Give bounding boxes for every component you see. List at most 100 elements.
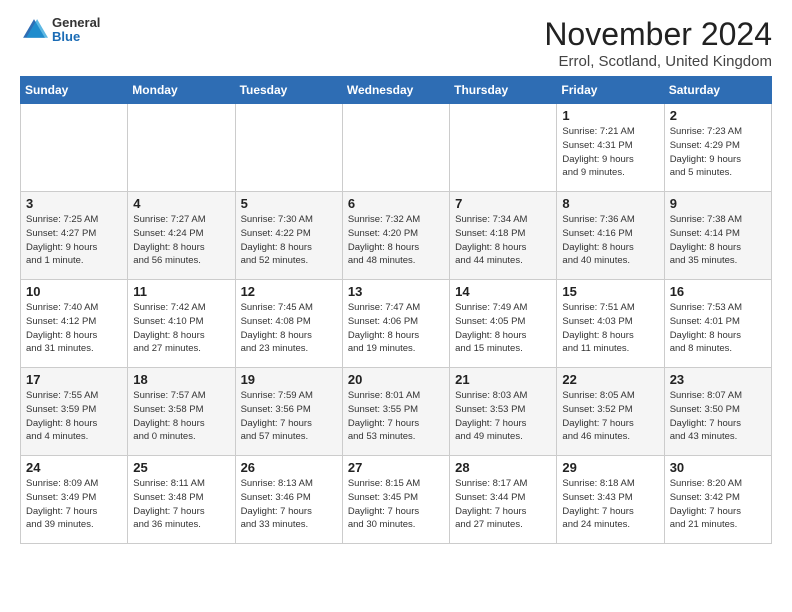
day-cell-5: 5 Sunrise: 7:30 AMSunset: 4:22 PMDaylight… bbox=[235, 192, 342, 280]
day-cell-empty-0-1 bbox=[128, 104, 235, 192]
day-info: Sunrise: 7:57 AMSunset: 3:58 PMDaylight:… bbox=[133, 389, 229, 444]
day-number: 9 bbox=[670, 196, 766, 211]
week-row-4: 17 Sunrise: 7:55 AMSunset: 3:59 PMDayligh… bbox=[21, 368, 772, 456]
logo: General Blue bbox=[20, 16, 100, 45]
day-info: Sunrise: 8:18 AMSunset: 3:43 PMDaylight:… bbox=[562, 477, 658, 532]
day-info: Sunrise: 7:36 AMSunset: 4:16 PMDaylight:… bbox=[562, 213, 658, 268]
day-info: Sunrise: 8:11 AMSunset: 3:48 PMDaylight:… bbox=[133, 477, 229, 532]
day-cell-10: 10Sunrise: 7:40 AMSunset: 4:12 PMDayligh… bbox=[21, 280, 128, 368]
header-cell-friday: Friday bbox=[557, 77, 664, 104]
day-number: 26 bbox=[241, 460, 337, 475]
day-info: Sunrise: 7:32 AMSunset: 4:20 PMDaylight:… bbox=[348, 213, 444, 268]
day-info: Sunrise: 7:30 AMSunset: 4:22 PMDaylight:… bbox=[241, 213, 337, 268]
day-number: 23 bbox=[670, 372, 766, 387]
day-cell-7: 7Sunrise: 7:34 AMSunset: 4:18 PMDaylight… bbox=[450, 192, 557, 280]
page: General Blue November 2024 Errol, Scotla… bbox=[0, 0, 792, 560]
calendar-table: SundayMondayTuesdayWednesdayThursdayFrid… bbox=[20, 76, 772, 544]
day-info: Sunrise: 8:03 AMSunset: 3:53 PMDaylight:… bbox=[455, 389, 551, 444]
day-info: Sunrise: 8:17 AMSunset: 3:44 PMDaylight:… bbox=[455, 477, 551, 532]
day-number: 27 bbox=[348, 460, 444, 475]
day-cell-25: 25 Sunrise: 8:11 AMSunset: 3:48 PMDayligh… bbox=[128, 456, 235, 544]
header: General Blue November 2024 Errol, Scotla… bbox=[20, 16, 772, 70]
week-row-3: 10Sunrise: 7:40 AMSunset: 4:12 PMDayligh… bbox=[21, 280, 772, 368]
day-info: Sunrise: 8:09 AMSunset: 3:49 PMDaylight:… bbox=[26, 477, 122, 532]
day-cell-empty-0-3 bbox=[342, 104, 449, 192]
day-cell-empty-0-2 bbox=[235, 104, 342, 192]
header-cell-wednesday: Wednesday bbox=[342, 77, 449, 104]
day-number: 17 bbox=[26, 372, 122, 387]
day-info: Sunrise: 8:13 AMSunset: 3:46 PMDaylight:… bbox=[241, 477, 337, 532]
week-row-2: 3Sunrise: 7:25 AMSunset: 4:27 PMDaylight… bbox=[21, 192, 772, 280]
day-info: Sunrise: 7:53 AMSunset: 4:01 PMDaylight:… bbox=[670, 301, 766, 356]
day-info: Sunrise: 7:55 AMSunset: 3:59 PMDaylight:… bbox=[26, 389, 122, 444]
day-info: Sunrise: 7:59 AMSunset: 3:56 PMDaylight:… bbox=[241, 389, 337, 444]
day-number: 24 bbox=[26, 460, 122, 475]
day-cell-13: 13Sunrise: 7:47 AMSunset: 4:06 PMDayligh… bbox=[342, 280, 449, 368]
day-cell-27: 27 Sunrise: 8:15 AMSunset: 3:45 PMDayligh… bbox=[342, 456, 449, 544]
day-cell-16: 16 Sunrise: 7:53 AMSunset: 4:01 PMDayligh… bbox=[664, 280, 771, 368]
day-cell-22: 22 Sunrise: 8:05 AMSunset: 3:52 PMDayligh… bbox=[557, 368, 664, 456]
header-cell-monday: Monday bbox=[128, 77, 235, 104]
header-cell-thursday: Thursday bbox=[450, 77, 557, 104]
day-number: 3 bbox=[26, 196, 122, 211]
day-cell-15: 15Sunrise: 7:51 AMSunset: 4:03 PMDayligh… bbox=[557, 280, 664, 368]
day-cell-19: 19Sunrise: 7:59 AMSunset: 3:56 PMDayligh… bbox=[235, 368, 342, 456]
day-info: Sunrise: 8:05 AMSunset: 3:52 PMDaylight:… bbox=[562, 389, 658, 444]
logo-general: General bbox=[52, 16, 100, 30]
logo-text: General Blue bbox=[52, 16, 100, 45]
day-info: Sunrise: 8:15 AMSunset: 3:45 PMDaylight:… bbox=[348, 477, 444, 532]
day-number: 29 bbox=[562, 460, 658, 475]
day-number: 11 bbox=[133, 284, 229, 299]
logo-blue: Blue bbox=[52, 30, 100, 44]
day-info: Sunrise: 7:47 AMSunset: 4:06 PMDaylight:… bbox=[348, 301, 444, 356]
day-info: Sunrise: 8:20 AMSunset: 3:42 PMDaylight:… bbox=[670, 477, 766, 532]
day-cell-21: 21Sunrise: 8:03 AMSunset: 3:53 PMDayligh… bbox=[450, 368, 557, 456]
day-cell-18: 18 Sunrise: 7:57 AMSunset: 3:58 PMDayligh… bbox=[128, 368, 235, 456]
day-cell-4: 4 Sunrise: 7:27 AMSunset: 4:24 PMDaylight… bbox=[128, 192, 235, 280]
location: Errol, Scotland, United Kingdom bbox=[544, 53, 772, 70]
day-cell-12: 12 Sunrise: 7:45 AMSunset: 4:08 PMDayligh… bbox=[235, 280, 342, 368]
day-number: 22 bbox=[562, 372, 658, 387]
day-info: Sunrise: 7:27 AMSunset: 4:24 PMDaylight:… bbox=[133, 213, 229, 268]
day-cell-17: 17 Sunrise: 7:55 AMSunset: 3:59 PMDayligh… bbox=[21, 368, 128, 456]
day-info: Sunrise: 7:40 AMSunset: 4:12 PMDaylight:… bbox=[26, 301, 122, 356]
day-info: Sunrise: 7:45 AMSunset: 4:08 PMDaylight:… bbox=[241, 301, 337, 356]
day-cell-24: 24 Sunrise: 8:09 AMSunset: 3:49 PMDayligh… bbox=[21, 456, 128, 544]
header-cell-saturday: Saturday bbox=[664, 77, 771, 104]
day-info: Sunrise: 8:07 AMSunset: 3:50 PMDaylight:… bbox=[670, 389, 766, 444]
day-cell-29: 29 Sunrise: 8:18 AMSunset: 3:43 PMDayligh… bbox=[557, 456, 664, 544]
day-info: Sunrise: 7:42 AMSunset: 4:10 PMDaylight:… bbox=[133, 301, 229, 356]
day-number: 18 bbox=[133, 372, 229, 387]
week-row-1: 1 Sunrise: 7:21 AMSunset: 4:31 PMDaylight… bbox=[21, 104, 772, 192]
title-block: November 2024 Errol, Scotland, United Ki… bbox=[544, 16, 772, 70]
day-number: 4 bbox=[133, 196, 229, 211]
day-cell-empty-0-0 bbox=[21, 104, 128, 192]
day-cell-1: 1 Sunrise: 7:21 AMSunset: 4:31 PMDaylight… bbox=[557, 104, 664, 192]
day-cell-empty-0-4 bbox=[450, 104, 557, 192]
day-number: 14 bbox=[455, 284, 551, 299]
day-info: Sunrise: 7:23 AMSunset: 4:29 PMDaylight:… bbox=[670, 125, 766, 180]
month-title: November 2024 bbox=[544, 16, 772, 53]
day-cell-23: 23 Sunrise: 8:07 AMSunset: 3:50 PMDayligh… bbox=[664, 368, 771, 456]
day-number: 16 bbox=[670, 284, 766, 299]
day-cell-8: 8 Sunrise: 7:36 AMSunset: 4:16 PMDaylight… bbox=[557, 192, 664, 280]
day-info: Sunrise: 7:49 AMSunset: 4:05 PMDaylight:… bbox=[455, 301, 551, 356]
header-cell-tuesday: Tuesday bbox=[235, 77, 342, 104]
day-cell-30: 30Sunrise: 8:20 AMSunset: 3:42 PMDayligh… bbox=[664, 456, 771, 544]
day-number: 5 bbox=[241, 196, 337, 211]
day-number: 2 bbox=[670, 108, 766, 123]
day-cell-9: 9Sunrise: 7:38 AMSunset: 4:14 PMDaylight… bbox=[664, 192, 771, 280]
day-number: 28 bbox=[455, 460, 551, 475]
week-row-5: 24 Sunrise: 8:09 AMSunset: 3:49 PMDayligh… bbox=[21, 456, 772, 544]
day-info: Sunrise: 7:51 AMSunset: 4:03 PMDaylight:… bbox=[562, 301, 658, 356]
day-cell-26: 26 Sunrise: 8:13 AMSunset: 3:46 PMDayligh… bbox=[235, 456, 342, 544]
day-number: 25 bbox=[133, 460, 229, 475]
day-cell-11: 11 Sunrise: 7:42 AMSunset: 4:10 PMDayligh… bbox=[128, 280, 235, 368]
day-number: 12 bbox=[241, 284, 337, 299]
day-info: Sunrise: 8:01 AMSunset: 3:55 PMDaylight:… bbox=[348, 389, 444, 444]
day-number: 8 bbox=[562, 196, 658, 211]
day-number: 20 bbox=[348, 372, 444, 387]
day-cell-28: 28 Sunrise: 8:17 AMSunset: 3:44 PMDayligh… bbox=[450, 456, 557, 544]
day-info: Sunrise: 7:21 AMSunset: 4:31 PMDaylight:… bbox=[562, 125, 658, 180]
day-number: 1 bbox=[562, 108, 658, 123]
